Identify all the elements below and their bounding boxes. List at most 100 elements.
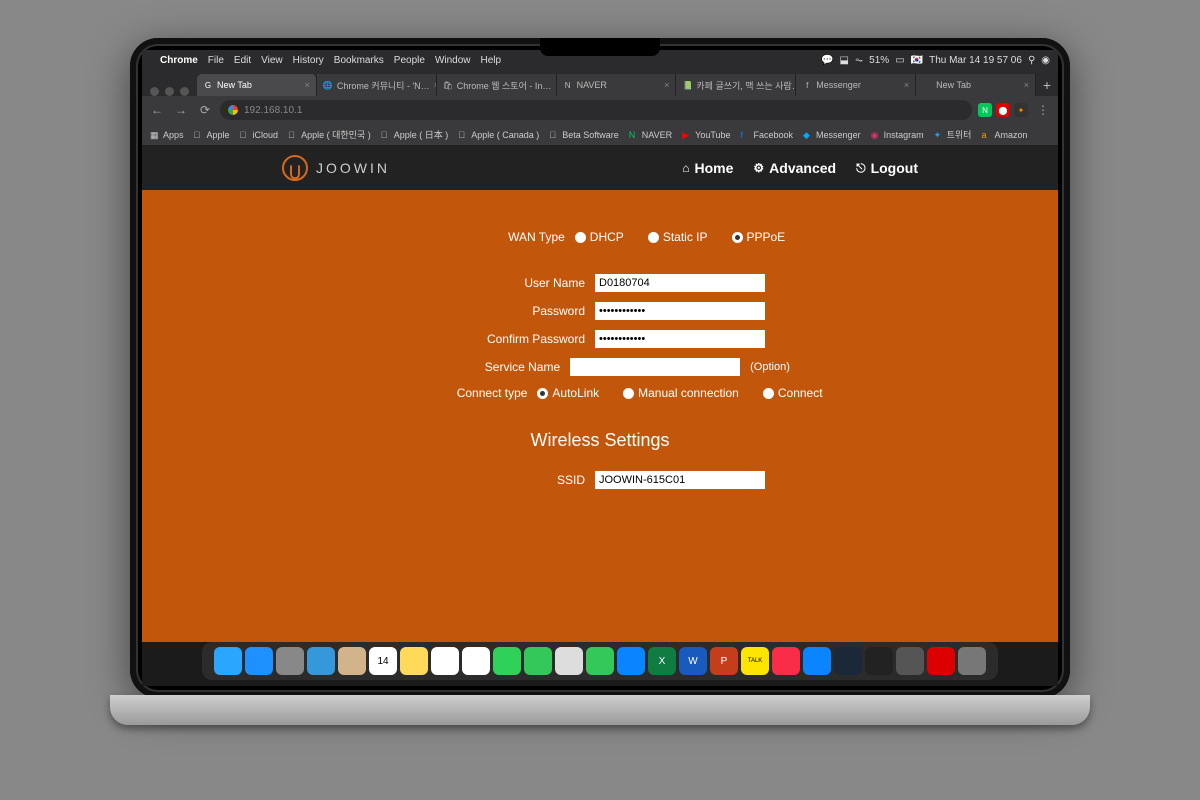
battery-icon[interactable]: ▭ [895,55,904,66]
dock-app-trash[interactable] [958,647,986,675]
dock-app-excel[interactable]: X [648,647,676,675]
wan-option[interactable]: DHCP [575,230,624,244]
menu-edit[interactable]: Edit [234,55,251,66]
browser-tab[interactable]: GNew Tab× [197,74,317,96]
dock-app-parallels[interactable] [927,647,955,675]
ext-naver-icon[interactable]: N [978,103,992,117]
bookmark-item[interactable]: Beta Software [549,130,619,140]
bookmark-item[interactable]: ✦트위터 [934,128,972,141]
menu-button[interactable]: ⋮ [1034,101,1052,119]
connect-option[interactable]: AutoLink [537,386,599,400]
dock-app-appstore[interactable] [803,647,831,675]
dock-app-contacts[interactable] [338,647,366,675]
dock-app-steam[interactable] [834,647,862,675]
nav-logout[interactable]: ⎋Logout [856,160,918,176]
url-text: 192.168.10.1 [244,105,302,116]
bookmark-item[interactable]: iCloud [240,130,279,140]
nav-advanced[interactable]: ⚙Advanced [753,160,836,176]
username-input[interactable] [595,274,765,292]
forward-button[interactable]: → [172,101,190,119]
bookmark-item[interactable]: Apple ( 日本 ) [381,128,449,141]
app-name[interactable]: Chrome [160,55,198,66]
dock-app-numbers[interactable] [586,647,614,675]
bookmark-item[interactable]: ◉Instagram [871,130,924,140]
tab-label: Chrome 웹 스토어 - In… [457,79,552,92]
close-icon[interactable]: × [664,80,669,90]
bookmark-item[interactable]: Apple ( 대한민국 ) [288,128,371,141]
close-icon[interactable]: × [904,80,909,90]
menu-window[interactable]: Window [435,55,471,66]
brand-text: JOOWIN [316,160,390,176]
connect-option[interactable]: Connect [763,386,823,400]
bookmark-item[interactable]: Apple [194,130,230,140]
nav-home[interactable]: ⌂Home [682,160,733,176]
spotlight-icon[interactable]: ⚲ [1028,55,1035,66]
ext-dark-icon[interactable]: ✦ [1014,103,1028,117]
clock[interactable]: Thu Mar 14 19 57 06 [929,55,1022,66]
dock-app-safari[interactable] [245,647,273,675]
window-zoom-icon[interactable] [180,87,189,96]
dock-app-music[interactable] [772,647,800,675]
address-bar[interactable]: 192.168.10.1 [220,100,972,120]
wan-option[interactable]: PPPoE [732,230,786,244]
laptop-base [110,695,1090,725]
menu-help[interactable]: Help [481,55,502,66]
bookmark-item[interactable]: NNAVER [629,130,672,140]
menu-people[interactable]: People [394,55,425,66]
dock-app-reminders[interactable] [431,647,459,675]
dock-app-settings[interactable] [896,647,924,675]
dock-app-kakaotalk[interactable]: TALK [741,647,769,675]
window-close-icon[interactable] [150,87,159,96]
dock-app-notes[interactable] [400,647,428,675]
wifi-icon[interactable]: ⏦ [855,55,863,66]
browser-tab[interactable]: New Tab× [916,74,1036,96]
dock-app-finder[interactable] [214,647,242,675]
service-name-input[interactable] [570,358,740,376]
menu-file[interactable]: File [208,55,224,66]
joowin-logo-icon [282,155,308,181]
dock-app-messages[interactable] [493,647,521,675]
dropbox-icon[interactable]: ⬓ [840,55,849,66]
siri-icon[interactable]: ◉ [1041,55,1050,66]
bookmark-item[interactable]: Apple ( Canada ) [458,130,539,140]
dock-app-keynote[interactable] [617,647,645,675]
dock-app-maps[interactable] [555,647,583,675]
browser-tab[interactable]: 🛍Chrome 웹 스토어 - In…× [437,74,557,96]
new-tab-button[interactable]: + [1036,74,1058,96]
password-input[interactable] [595,302,765,320]
connect-option[interactable]: Manual connection [623,386,739,400]
dock-app-facetime[interactable] [524,647,552,675]
flag-icon[interactable]: 🇰🇷 [911,55,923,66]
close-icon[interactable]: × [305,80,310,90]
bookmark-item[interactable]: ▶YouTube [682,130,730,140]
dock-app-atom[interactable] [865,647,893,675]
browser-tab[interactable]: 🌐Chrome 커뮤니티 - 'N…× [317,74,437,96]
apps-shortcut[interactable]: ▦Apps [150,130,184,140]
browser-tab[interactable]: fMessenger× [796,74,916,96]
browser-tab[interactable]: NNAVER× [557,74,677,96]
menu-bookmarks[interactable]: Bookmarks [334,55,384,66]
menu-view[interactable]: View [261,55,283,66]
confirm-password-input[interactable] [595,330,765,348]
apple-icon:  [240,130,250,140]
chat-icon[interactable]: 💬 [821,55,833,66]
bookmark-item[interactable]: ◆Messenger [803,130,861,140]
dock-app-launchpad[interactable] [276,647,304,675]
window-minimize-icon[interactable] [165,87,174,96]
dock-app-mail[interactable] [307,647,335,675]
dock-app-calendar[interactable]: 14 [369,647,397,675]
bookmark-item[interactable]: aAmazon [981,130,1027,140]
browser-tab[interactable]: 📗카페 글쓰기, 맥 쓰는 사람…× [676,74,796,96]
ssid-input[interactable] [595,471,765,489]
dock-app-word[interactable]: W [679,647,707,675]
back-button[interactable]: ← [148,101,166,119]
service-suffix: (Option) [750,361,790,373]
wan-option[interactable]: Static IP [648,230,708,244]
bookmark-item[interactable]: fFacebook [741,130,794,140]
dock-app-powerpoint[interactable]: P [710,647,738,675]
dock-app-photos[interactable] [462,647,490,675]
ext-red-icon[interactable]: ⬤ [996,103,1010,117]
close-icon[interactable]: × [1024,80,1029,90]
reload-button[interactable]: ⟳ [196,101,214,119]
menu-history[interactable]: History [293,55,324,66]
